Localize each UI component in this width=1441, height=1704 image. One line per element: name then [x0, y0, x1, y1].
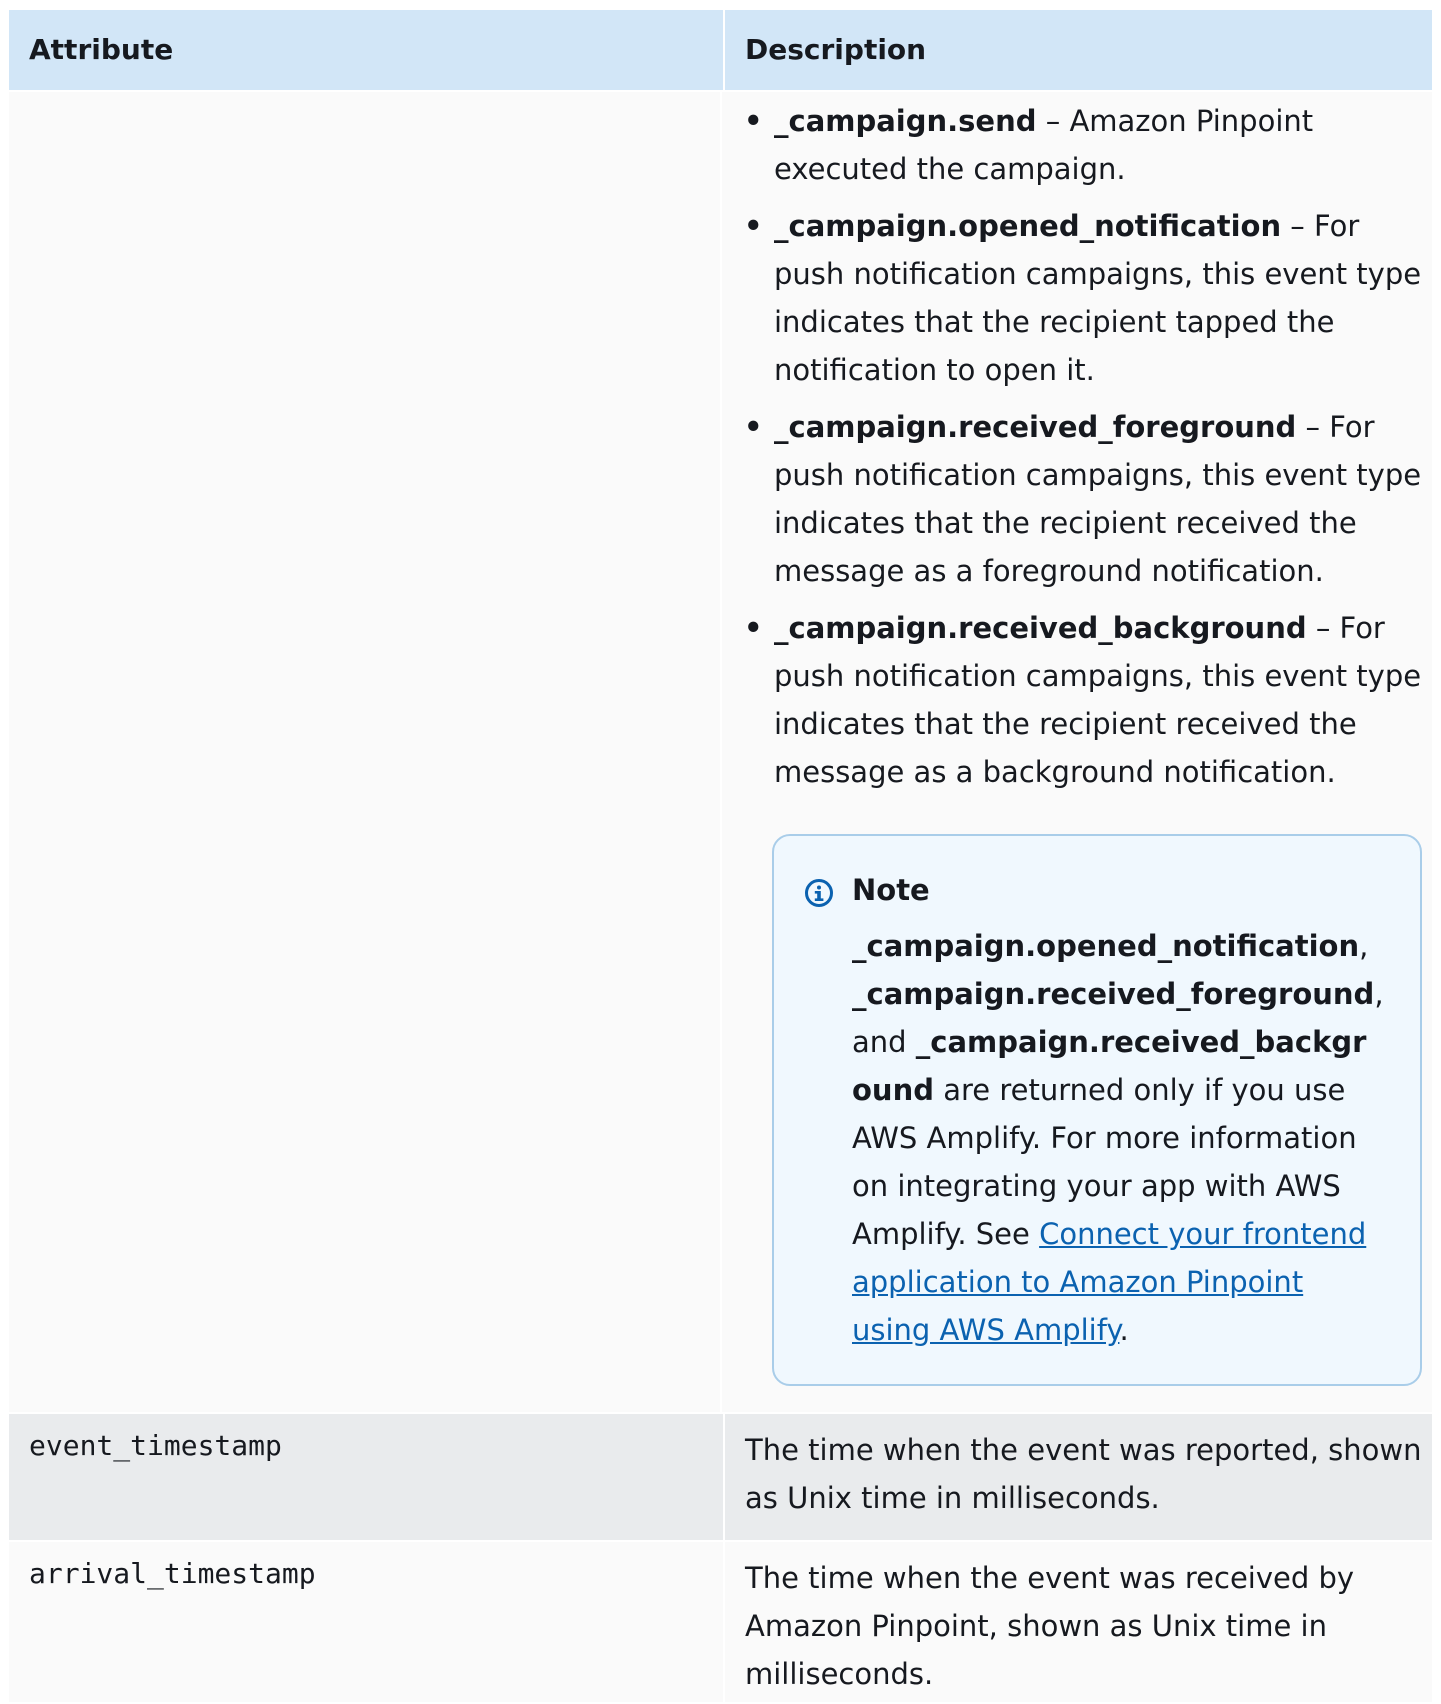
- note-comma: ,: [1374, 977, 1384, 1011]
- event-type-list: • _campaign.send – Amazon Pinpoint execut…: [742, 92, 1422, 796]
- attribute-cell-empty: [9, 92, 722, 1412]
- attribute-name: arrival_timestamp: [29, 1557, 316, 1590]
- separator: –: [1296, 410, 1330, 444]
- event-name: _campaign.send: [774, 104, 1037, 138]
- description-cell: The time when the event was reported, sh…: [725, 1414, 1432, 1540]
- note-period: .: [1119, 1313, 1129, 1347]
- separator: –: [1281, 209, 1315, 243]
- table-row: arrival_timestamp The time when the even…: [9, 1542, 1432, 1704]
- bullet-icon: •: [744, 209, 763, 243]
- attribute-description: The time when the event was received by …: [745, 1561, 1355, 1691]
- separator: –: [1306, 611, 1340, 645]
- description-cell: The time when the event was received by …: [725, 1542, 1432, 1702]
- attribute-name: event_timestamp: [29, 1429, 282, 1462]
- note-and: and: [852, 1025, 907, 1059]
- table-header-row: Attribute Description: [9, 10, 1432, 92]
- note-body: _campaign.opened_notification, _campaign…: [852, 922, 1384, 1354]
- bullet-icon: •: [744, 611, 763, 645]
- table-row: • _campaign.send – Amazon Pinpoint execut…: [9, 92, 1432, 1414]
- list-item: • _campaign.received_foreground – For pus…: [742, 403, 1422, 595]
- list-item: • _campaign.send – Amazon Pinpoint execut…: [742, 97, 1422, 193]
- header-attribute: Attribute: [9, 10, 725, 90]
- attribute-cell: event_timestamp: [9, 1414, 725, 1540]
- table-row: event_timestamp The time when the event …: [9, 1414, 1432, 1542]
- attributes-table: Attribute Description • _campaign.send – …: [9, 10, 1432, 1704]
- event-name: _campaign.received_background: [774, 611, 1307, 645]
- note-event-foreground: _campaign.received_foreground: [852, 977, 1375, 1011]
- note-event-opened: _campaign.opened_notification: [852, 929, 1360, 963]
- note-title: Note: [852, 873, 930, 907]
- event-name: _campaign.received_foreground: [774, 410, 1297, 444]
- separator: –: [1036, 104, 1070, 138]
- attribute-description: The time when the event was reported, sh…: [745, 1433, 1422, 1515]
- event-name: _campaign.opened_notification: [774, 209, 1282, 243]
- attribute-cell: arrival_timestamp: [9, 1542, 725, 1702]
- info-icon: [805, 879, 833, 907]
- description-cell: • _campaign.send – Amazon Pinpoint execut…: [722, 92, 1432, 1412]
- bullet-icon: •: [744, 410, 763, 444]
- note-callout: Note _campaign.opened_notification, _cam…: [772, 834, 1422, 1386]
- list-item: • _campaign.opened_notification – For pus…: [742, 202, 1422, 394]
- bullet-icon: •: [744, 104, 763, 138]
- note-comma: ,: [1359, 929, 1369, 963]
- header-description: Description: [745, 33, 927, 66]
- list-item: • _campaign.received_background – For pus…: [742, 604, 1422, 796]
